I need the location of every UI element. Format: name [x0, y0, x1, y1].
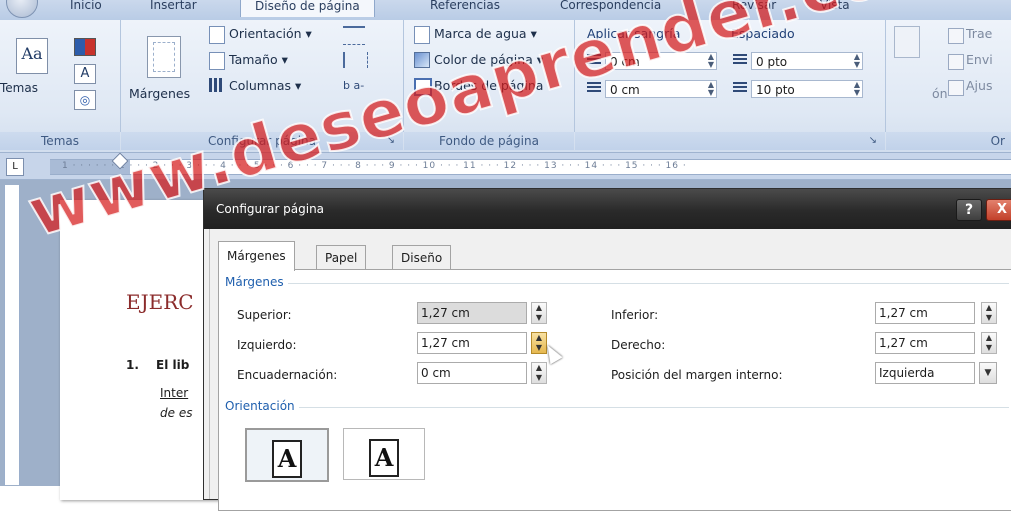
send-backward-icon — [948, 54, 964, 70]
doc-heading: EJERC — [126, 290, 194, 314]
espaciado-antes-spinner[interactable]: ▲ ▼ — [854, 53, 860, 69]
espaciado-despues-value: 10 pto — [756, 83, 795, 97]
doc-item-number: 1. — [126, 358, 139, 372]
theme-colors-icon[interactable] — [74, 38, 96, 56]
sangria-derecha-spinner[interactable]: ▲ ▼ — [708, 81, 714, 97]
office-button[interactable] — [6, 0, 38, 18]
theme-fonts-icon[interactable]: A — [74, 64, 96, 84]
watermark-icon — [414, 26, 430, 44]
theme-effects-icon[interactable]: ◎ — [74, 90, 96, 110]
encuadernacion-spinner[interactable]: ▲ ▼ — [531, 362, 547, 384]
posicion-partial-label: ón — [932, 86, 948, 101]
traer-adelante-button[interactable]: Trae — [966, 24, 992, 44]
chevron-down-icon[interactable]: ▼ — [979, 362, 997, 384]
dialog-title-bar[interactable]: Configurar página ? X — [204, 189, 1011, 229]
derecho-input[interactable]: 1,27 cm — [875, 332, 975, 354]
spacing-after-icon — [733, 82, 747, 94]
enviar-atras-button[interactable]: Envi — [966, 50, 993, 70]
group-label-parrafo: ↘ — [575, 132, 885, 150]
columns-icon — [209, 78, 223, 92]
temas-button[interactable]: Temas — [0, 78, 38, 98]
themes-icon[interactable]: Aa — [16, 38, 48, 74]
encuadernacion-label: Encuadernación: — [237, 368, 338, 382]
doc-item-text: El lib — [156, 358, 190, 372]
columnas-label: Columnas — [229, 78, 292, 93]
tab-diseno-pagina[interactable]: Diseño de página — [240, 0, 375, 17]
ajustar-texto-button[interactable]: Ajus — [966, 76, 992, 96]
group-label-temas: Temas — [0, 132, 120, 150]
page-setup-dialog: Configurar página ? X Márgenes Papel Dis… — [203, 188, 1011, 511]
orientation-horizontal-option[interactable]: A — [343, 428, 425, 480]
group-label-organizar: Or — [886, 132, 1011, 150]
posicion-margen-select[interactable]: Izquierda — [875, 362, 975, 384]
orientation-vertical-option[interactable]: A — [245, 428, 329, 482]
inferior-label: Inferior: — [611, 308, 659, 322]
columnas-button[interactable]: Columnas ▾ — [229, 76, 301, 96]
tab-margenes[interactable]: Márgenes — [218, 241, 295, 271]
espaciado-antes-value: 0 pto — [756, 55, 788, 69]
inferior-spinner[interactable]: ▲ ▼ — [981, 302, 997, 324]
tab-papel[interactable]: Papel — [316, 245, 367, 270]
tab-insertar[interactable]: Insertar — [150, 0, 197, 16]
tab-referencias[interactable]: Referencias — [430, 0, 500, 16]
doc-line-2: Inter — [160, 386, 189, 400]
help-button[interactable]: ? — [956, 199, 982, 221]
section-divider — [295, 407, 1009, 408]
tamano-button[interactable]: Tamaño ▾ — [229, 50, 288, 70]
size-icon — [209, 52, 225, 70]
margins-icon[interactable] — [147, 36, 181, 78]
group-temas: Aa Temas A ◎ Temas — [0, 20, 121, 150]
espaciado-despues-input[interactable]: 10 pto ▲ ▼ — [751, 80, 863, 98]
tamano-label: Tamaño — [229, 52, 278, 67]
superior-spinner[interactable]: ▲ ▼ — [531, 302, 547, 324]
derecho-label: Derecho: — [611, 338, 666, 352]
espaciado-despues-spinner[interactable]: ▲ ▼ — [854, 81, 860, 97]
bring-forward-icon — [948, 28, 964, 44]
derecho-spinner[interactable]: ▲ ▼ — [981, 332, 997, 354]
margenes-section-label: Márgenes — [225, 275, 288, 289]
espaciado-antes-input[interactable]: 0 pto ▲ ▼ — [751, 52, 863, 70]
izquierdo-label: Izquierdo: — [237, 338, 297, 352]
dialog-body: Márgenes Papel Diseño Márgenes Superior:… — [209, 229, 1011, 511]
superior-label: Superior: — [237, 308, 292, 322]
izquierdo-input[interactable]: 1,27 cm — [417, 332, 527, 354]
tab-selector[interactable]: L — [6, 158, 24, 176]
line-numbers-icon[interactable] — [343, 52, 368, 68]
margenes-button[interactable]: Márgenes — [129, 84, 190, 104]
landscape-page-icon: A — [369, 439, 399, 477]
margins-tab-panel: Márgenes Superior: 1,27 cm ▲ ▼ Izquierdo:… — [218, 269, 1011, 511]
superior-input[interactable]: 1,27 cm — [417, 302, 527, 324]
portrait-page-icon: A — [272, 440, 302, 478]
orientacion-section-label: Orientación — [225, 399, 299, 413]
orientation-icon — [209, 26, 225, 44]
doc-line-3: de es — [160, 406, 193, 420]
group-organizar: ón Trae Envi Ajus Or — [886, 20, 1011, 150]
tab-inicio[interactable]: Inicio — [70, 0, 102, 16]
posicion-margen-label: Posición del margen interno: — [611, 368, 783, 382]
orientacion-label: Orientación — [229, 26, 302, 41]
inferior-input[interactable]: 1,27 cm — [875, 302, 975, 324]
section-divider — [279, 283, 1009, 284]
spacing-before-icon — [733, 54, 747, 66]
close-button[interactable]: X — [986, 199, 1011, 221]
vertical-ruler[interactable] — [4, 185, 20, 485]
parrafo-launcher-icon[interactable]: ↘ — [869, 132, 877, 150]
encuadernacion-input[interactable]: 0 cm — [417, 362, 527, 384]
orientacion-button[interactable]: Orientación ▾ — [229, 24, 312, 44]
tab-diseno[interactable]: Diseño — [392, 245, 452, 270]
position-icon[interactable] — [894, 26, 920, 58]
breaks-icon[interactable] — [343, 26, 365, 45]
text-wrap-icon — [948, 80, 964, 96]
